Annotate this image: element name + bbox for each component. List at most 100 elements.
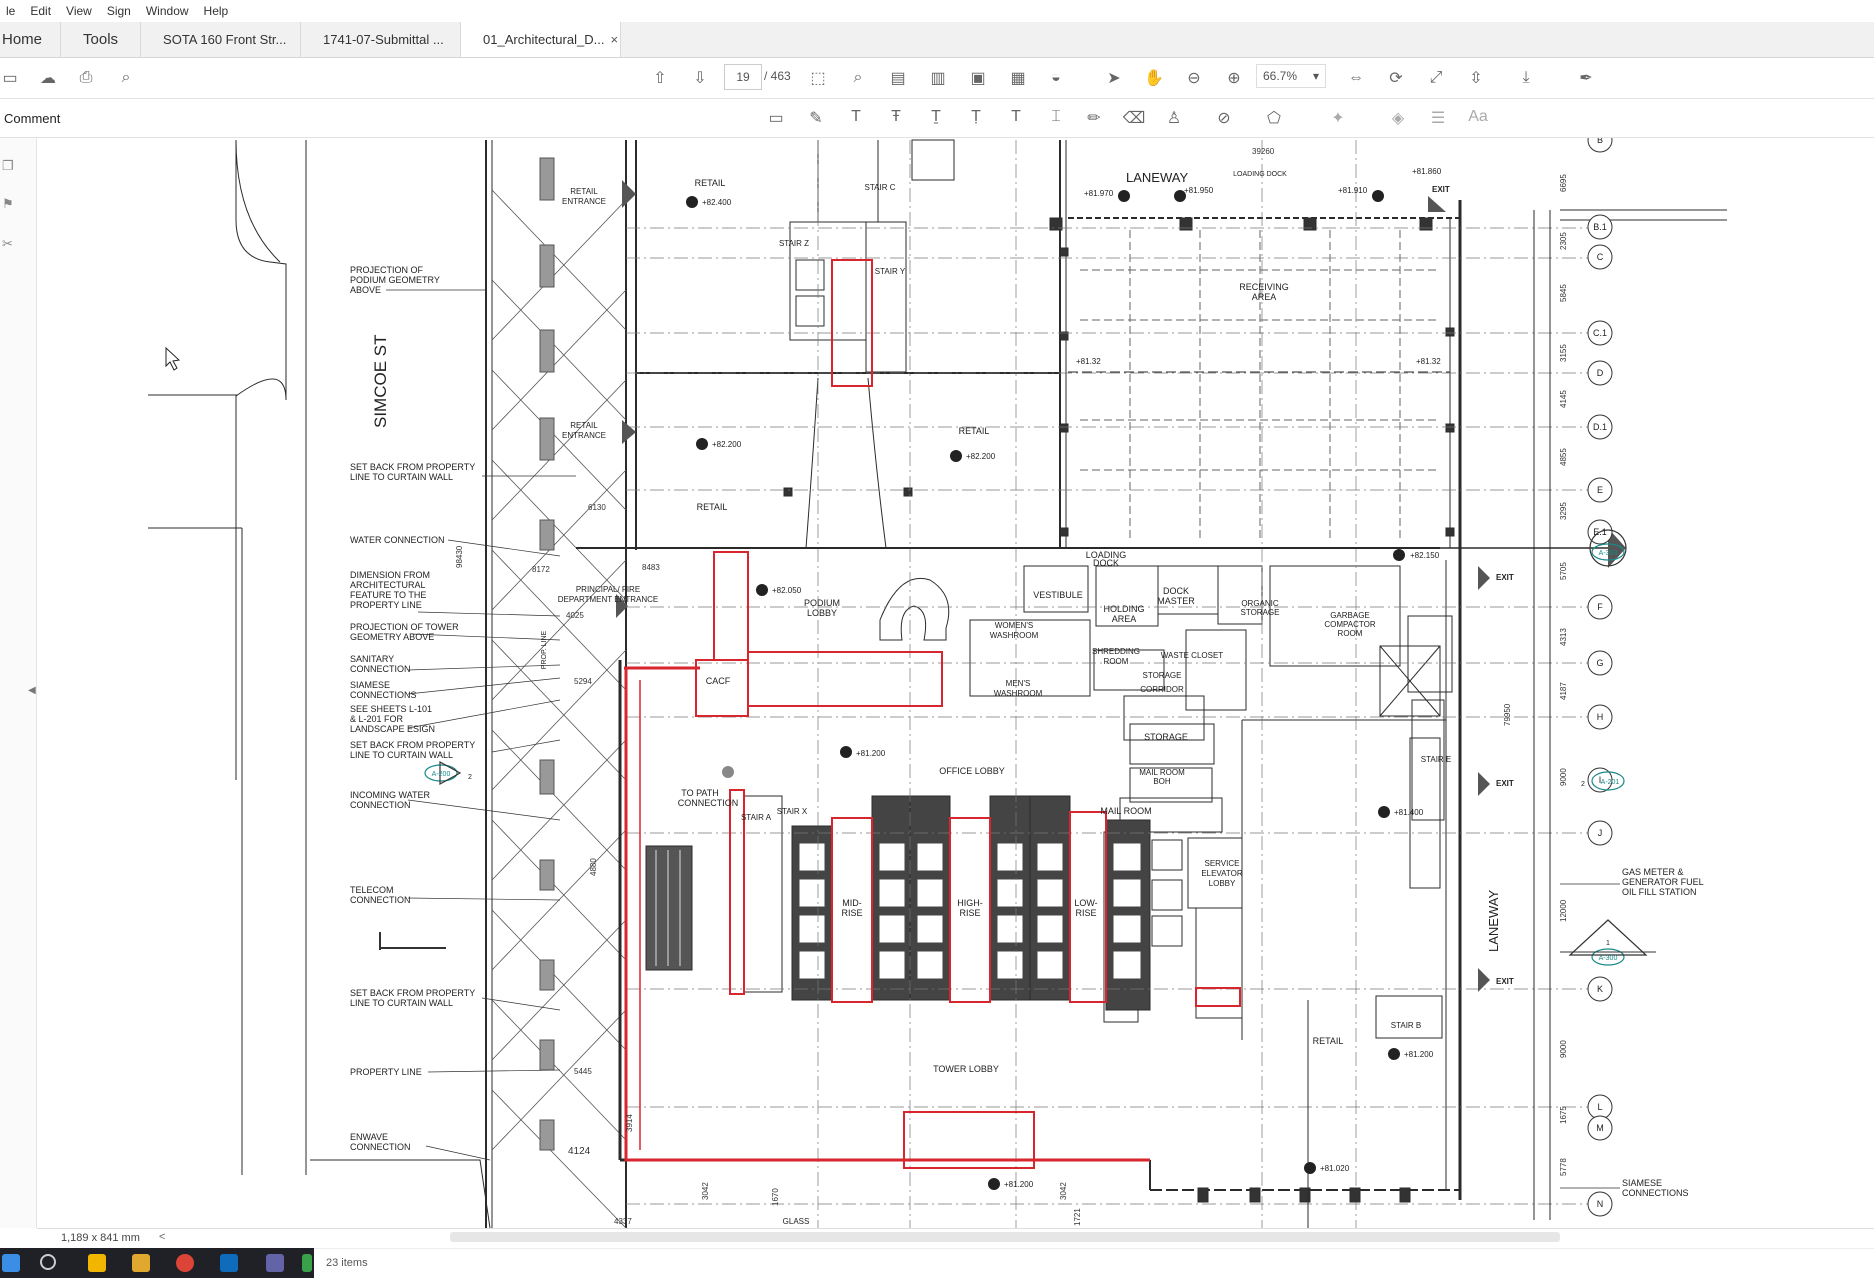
collapse-panel-icon[interactable]: ◀	[28, 685, 36, 696]
next-page-icon[interactable]: ⇩	[690, 68, 710, 88]
elevation-text: +81.32	[1076, 357, 1101, 366]
tab-doc-submittal[interactable]: 1741-07-Submittal ...	[301, 22, 462, 57]
explorer-status-bar: 23 items	[314, 1248, 1874, 1279]
page-view-icon[interactable]: ▤	[888, 68, 908, 88]
chevron-left-icon[interactable]: <	[159, 1231, 165, 1243]
zoom-in-icon[interactable]: ⊕	[1224, 68, 1244, 88]
room-label: ENTRANCE	[562, 197, 606, 206]
room-label: LOBBY	[807, 608, 837, 618]
note-text: CONNECTION	[350, 1142, 411, 1152]
highlight-icon[interactable]: ✎	[804, 108, 828, 128]
menu-edit[interactable]: Edit	[24, 4, 60, 18]
strikethrough-icon[interactable]: Ŧ	[884, 108, 908, 126]
search-icon[interactable]	[40, 1254, 56, 1270]
dimension-text: 3295	[1559, 502, 1568, 520]
room-label: STAIR A	[741, 813, 772, 822]
stamp-icon[interactable]: ♙	[1162, 108, 1186, 128]
zoom-out-icon[interactable]: ⊖	[1184, 68, 1204, 88]
underline-text-icon[interactable]: T	[844, 108, 868, 126]
pencil-icon[interactable]: ✏	[1082, 108, 1106, 128]
room-label: RETAIL	[959, 426, 990, 436]
room-label: STORAGE	[1143, 671, 1182, 680]
previous-page-icon[interactable]: ⇧	[650, 68, 670, 88]
menu-view[interactable]: View	[60, 4, 101, 18]
bookmark-icon[interactable]: ⚑	[2, 196, 18, 212]
outlook-icon[interactable]	[220, 1254, 238, 1272]
room-label: VESTIBULE	[1033, 590, 1083, 600]
fit-page-icon[interactable]: ▣	[968, 68, 988, 88]
note-text: SANITARY	[350, 654, 394, 664]
room-label: RETAIL	[1313, 1036, 1344, 1046]
line-weight-icon[interactable]: ☰	[1426, 108, 1450, 128]
room-label: RISE	[959, 908, 980, 918]
floor-plan-drawing: PROJECTION OF PODIUM GEOMETRY ABOVE SET …	[148, 138, 1727, 1228]
windows-start-icon[interactable]	[2, 1254, 20, 1272]
hand-tool-icon[interactable]: ✋	[1144, 68, 1164, 88]
font-icon[interactable]: Aa	[1466, 108, 1490, 126]
eraser-icon[interactable]: ⌫	[1122, 108, 1146, 128]
add-text-icon[interactable]: T	[1004, 108, 1028, 126]
close-icon[interactable]: ×	[610, 32, 618, 47]
elevation-text: +81.200	[1404, 1050, 1434, 1059]
room-label: COMPACTOR	[1324, 620, 1375, 629]
fill-color-icon[interactable]: ◈	[1386, 108, 1410, 128]
sticky-note-icon[interactable]: ▭	[764, 108, 788, 128]
app-icon[interactable]	[302, 1254, 312, 1272]
download-icon[interactable]: ⤓	[1516, 68, 1536, 88]
document-viewport[interactable]: PROJECTION OF PODIUM GEOMETRY ABOVE SET …	[37, 138, 1874, 1228]
elevation-text: +82.200	[712, 440, 742, 449]
room-label: RISE	[1075, 908, 1096, 918]
file-explorer-icon[interactable]	[132, 1254, 150, 1272]
replace-text-icon[interactable]: Ṯ	[924, 108, 948, 126]
page-number-input[interactable]: 19	[724, 64, 762, 90]
insert-text-icon[interactable]: Ṭ	[964, 108, 988, 126]
save-icon[interactable]: ▭	[0, 68, 20, 88]
rotate-icon[interactable]: ⟳	[1386, 68, 1406, 88]
dimension-text: 98430	[455, 545, 464, 568]
room-label: STORAGE	[1241, 608, 1280, 617]
note-text: LINE TO CURTAIN WALL	[350, 750, 453, 760]
room-label: STAIR B	[1391, 1021, 1422, 1030]
menu-window[interactable]: Window	[140, 4, 198, 18]
pages-icon[interactable]: ❐	[2, 158, 18, 174]
menu-file[interactable]: le	[0, 4, 24, 18]
tab-tools[interactable]: Tools	[61, 22, 142, 57]
tab-doc-architectural[interactable]: 01_Architectural_D... ×	[461, 22, 622, 57]
chrome-icon[interactable]	[176, 1254, 194, 1272]
select-arrow-icon[interactable]: ➤	[1104, 68, 1124, 88]
tab-home[interactable]: Home	[0, 22, 62, 57]
room-label: SHREDDING	[1092, 647, 1140, 656]
zoom-select[interactable]: 66.7% ▾	[1256, 64, 1326, 88]
tab-active-label: 01_Architectural_D...	[483, 32, 605, 47]
note-text: CONNECTION	[350, 895, 411, 905]
scroll-mode-icon[interactable]: ⇳	[1466, 68, 1486, 88]
search-app-icon[interactable]	[88, 1254, 106, 1272]
text-box-icon[interactable]: ⌶	[1044, 108, 1068, 126]
find-icon[interactable]: ⌕	[848, 68, 868, 88]
room-label: WASHROOM	[994, 689, 1043, 698]
sign-pen-icon[interactable]: ✒	[1576, 68, 1596, 88]
menu-help[interactable]: Help	[198, 4, 238, 18]
dimension-text: 5845	[1559, 284, 1568, 302]
image-icon[interactable]: ▦	[1008, 68, 1028, 88]
pin-icon[interactable]: ✦	[1326, 108, 1350, 128]
dimension-text: 4187	[1559, 682, 1568, 700]
search-page-icon[interactable]: ▥	[928, 68, 948, 88]
stamp-tool-icon[interactable]: ◒	[1046, 68, 1066, 88]
note-text: DIMENSION FROM	[350, 570, 430, 580]
room-label: DOCK	[1093, 558, 1119, 568]
print-icon[interactable]: ⎙	[76, 68, 96, 88]
cloud-upload-icon[interactable]: ☁	[38, 68, 58, 88]
horizontal-scrollbar[interactable]	[450, 1232, 1560, 1242]
menu-sign[interactable]: Sign	[101, 4, 140, 18]
teams-icon[interactable]	[266, 1254, 284, 1272]
full-screen-icon[interactable]: ⤢	[1426, 68, 1446, 88]
fit-width-icon[interactable]: ⇔	[1346, 68, 1366, 88]
zoom-out-search-icon[interactable]: ⌕	[116, 68, 136, 88]
tab-doc-sota[interactable]: SOTA 160 Front Str...	[141, 22, 302, 57]
attach-icon[interactable]: ⊘	[1212, 108, 1236, 128]
marquee-zoom-icon[interactable]: ⬚	[808, 68, 828, 88]
room-label: GLASS	[783, 1217, 810, 1226]
shapes-icon[interactable]: ⬠	[1262, 108, 1286, 128]
paperclip-icon[interactable]: ✂	[2, 236, 18, 252]
